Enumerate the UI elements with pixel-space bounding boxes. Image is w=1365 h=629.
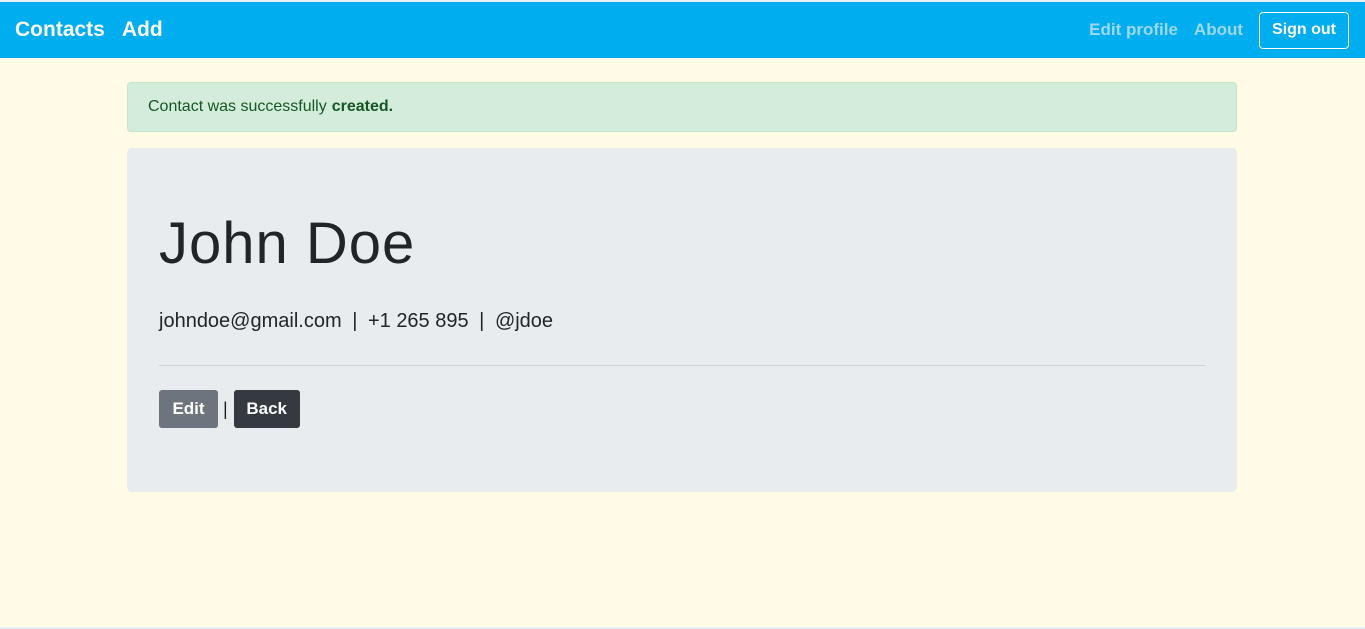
contact-handle: @jdoe bbox=[494, 310, 554, 332]
contact-details: johndoe@gmail.com | +1 265 895 | @jdoe bbox=[159, 310, 553, 333]
sign-out-button[interactable]: Sign out bbox=[1259, 11, 1349, 49]
back-button[interactable]: Back bbox=[233, 390, 300, 428]
contact-name: John Doe bbox=[159, 211, 416, 276]
success-alert: Contact was successfully created. bbox=[127, 82, 1237, 132]
contact-email: johndoe@gmail.com bbox=[159, 310, 342, 332]
nav-about-link[interactable]: About bbox=[1194, 20, 1243, 40]
navbar-right: Edit profile About Sign out bbox=[1089, 11, 1349, 49]
nav-contacts-link[interactable]: Contacts bbox=[15, 18, 105, 42]
alert-message: Contact was successfully bbox=[148, 98, 327, 115]
edit-button[interactable]: Edit bbox=[159, 390, 218, 428]
nav-add-link[interactable]: Add bbox=[122, 18, 163, 42]
details-separator: | bbox=[479, 310, 485, 332]
contact-phone: +1 265 895 bbox=[367, 310, 469, 332]
divider bbox=[159, 365, 1205, 366]
alert-emphasis: created. bbox=[331, 98, 394, 115]
details-separator: | bbox=[352, 310, 358, 332]
nav-edit-profile-link[interactable]: Edit profile bbox=[1089, 20, 1178, 40]
navbar: Contacts Add Edit profile About Sign out bbox=[0, 2, 1365, 58]
actions-separator: | bbox=[223, 398, 228, 419]
navbar-left: Contacts Add bbox=[15, 18, 163, 42]
contact-actions: Edit | Back bbox=[159, 390, 300, 428]
contact-card: John Doe johndoe@gmail.com | +1 265 895 … bbox=[127, 148, 1237, 492]
